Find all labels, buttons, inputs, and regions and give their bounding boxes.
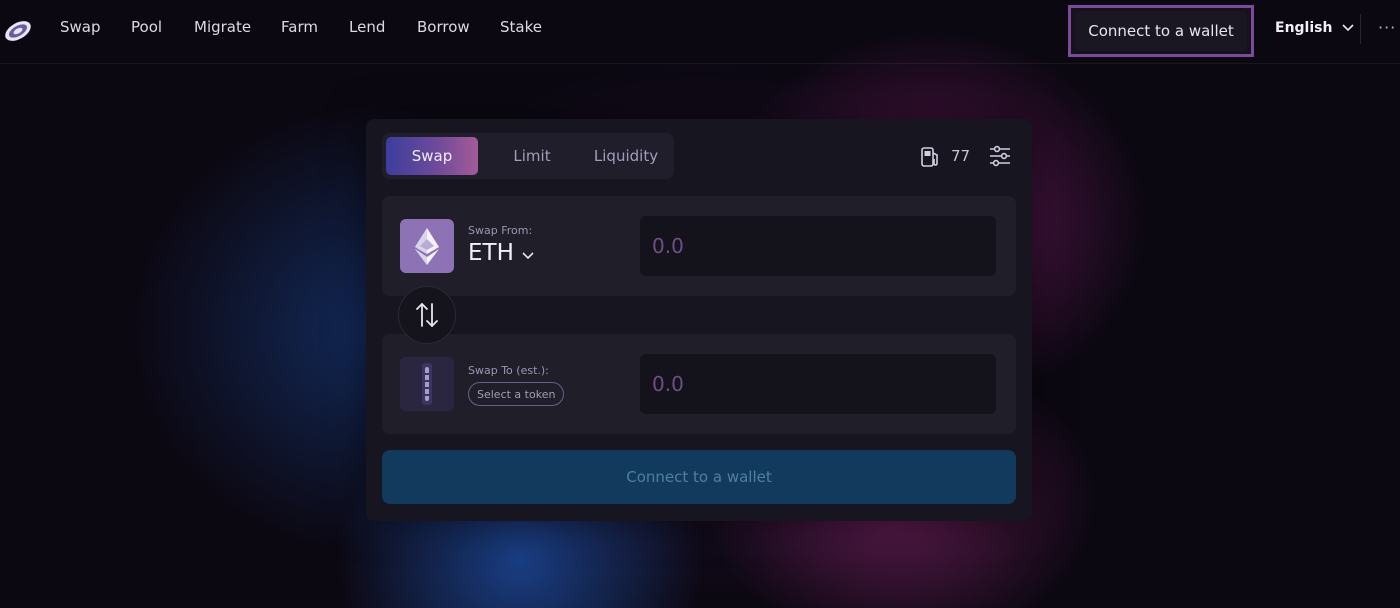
nav-link-pool[interactable]: Pool [131,18,162,36]
swap-to-panel: Swap To (est.): Select a token 0.0 [382,334,1016,434]
swap-from-panel: Swap From: ETH 0.0 [382,196,1016,296]
from-amount-input[interactable]: 0.0 [640,216,996,276]
connect-wallet-button[interactable]: Connect to a wallet [382,450,1016,504]
chevron-down-icon [1342,20,1355,36]
from-token-symbol: ETH [468,240,514,266]
swap-tabs: Swap Limit Liquidity [382,133,674,179]
chevron-down-icon [522,240,534,266]
nav-link-borrow[interactable]: Borrow [417,18,470,36]
swap-to-label: Swap To (est.): [468,364,549,377]
swap-direction-button[interactable] [398,286,456,344]
select-token-button[interactable]: Select a token [468,382,565,406]
ethereum-icon [400,219,454,273]
connect-wallet-header-button[interactable]: Connect to a wallet [1075,11,1247,51]
connect-wallet-button-highlight: Connect to a wallet [1068,5,1254,57]
settings-sliders-icon[interactable] [989,145,1011,167]
placeholder-token-icon [400,357,454,411]
to-amount-placeholder: 0.0 [652,372,684,396]
sushi-logo-icon[interactable] [2,16,34,46]
gas-pump-icon [920,146,940,168]
from-amount-placeholder: 0.0 [652,234,684,258]
nav-link-farm[interactable]: Farm [281,18,318,36]
gas-price-value: 77 [951,147,971,165]
header-divider [1360,14,1361,44]
language-selector[interactable]: English [1275,20,1355,36]
nav-link-stake[interactable]: Stake [500,18,542,36]
more-options-icon[interactable]: ··· [1378,18,1396,37]
swap-card: Swap Limit Liquidity 77 Swap From: ETH 0… [366,119,1032,521]
tab-liquidity[interactable]: Liquidity [582,137,670,175]
nav-link-migrate[interactable]: Migrate [194,18,251,36]
swap-arrows-icon [416,303,438,327]
tab-limit[interactable]: Limit [492,137,572,175]
from-token-selector[interactable]: ETH [468,240,534,266]
top-navigation: Swap Pool Migrate Farm Lend Borrow Stake… [0,0,1400,64]
tab-swap[interactable]: Swap [386,137,478,175]
swap-from-label: Swap From: [468,224,533,237]
to-amount-input[interactable]: 0.0 [640,354,996,414]
nav-link-lend[interactable]: Lend [349,18,385,36]
language-label: English [1275,20,1333,36]
nav-link-swap[interactable]: Swap [60,18,101,36]
